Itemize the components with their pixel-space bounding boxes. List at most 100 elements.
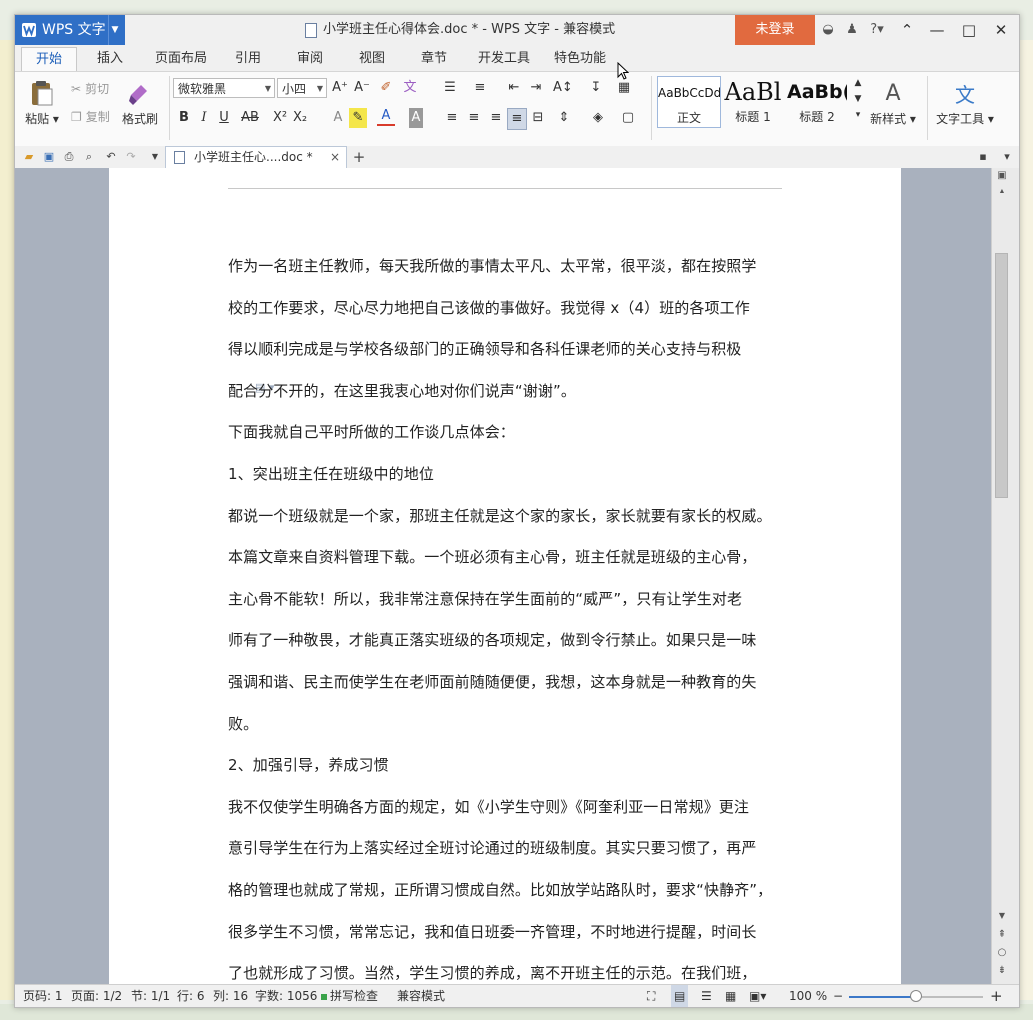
text-line: 都说一个班级就是一个家，那班主任就是这个家的家长，家长就要有家长的权威。 [228,506,772,525]
style-heading-1[interactable]: AaBl 标题 1 [723,76,783,126]
strikethrough-icon[interactable]: AB [241,108,259,128]
restore-view-icon[interactable]: ▪ [975,149,991,165]
outline-view-icon[interactable]: ☰ [701,985,712,1007]
tab-menu-icon[interactable]: ▾ [999,149,1015,165]
grow-font-icon[interactable]: A⁺ [331,78,349,98]
close-button[interactable]: ✕ [985,15,1017,45]
subscript-icon[interactable]: X₂ [291,108,309,128]
document-paragraph[interactable]: 1、突出班主任在班级中的地位 [228,454,788,496]
align-center-icon[interactable]: ≡ [465,108,483,128]
italic-icon[interactable]: I [195,108,213,128]
char-shading-icon[interactable]: A [409,108,423,128]
tab-view[interactable]: 视图 [347,47,397,71]
style-heading-2[interactable]: AaBb( 标题 2 [787,76,847,126]
full-screen-icon[interactable]: ⛶ [647,985,655,1007]
page-view-icon[interactable]: ▤ [671,985,689,1007]
open-folder-icon[interactable]: ▰ [21,149,37,165]
font-name-select[interactable]: 微软雅黑 ▼ [173,78,275,98]
tab-insert[interactable]: 插入 [85,47,135,71]
maximize-button[interactable]: □ [953,15,985,45]
zoom-level[interactable]: 100 % [789,985,827,1007]
highlight-icon[interactable]: ✎ [349,108,367,128]
text-effect-icon[interactable]: A [329,108,347,128]
document-paragraph[interactable]: 下面我就自己平时所做的工作谈几点体会： [228,412,788,454]
text-direction-icon[interactable]: A↕ [553,78,573,98]
text-line: 1、突出班主任在班级中的地位 [228,465,434,483]
shirt-icon[interactable]: ♟ [843,21,861,39]
superscript-icon[interactable]: X² [271,108,289,128]
zoom-out-icon[interactable]: − [833,985,843,1007]
app-menu-button[interactable]: WPS 文字 ▼ [15,15,125,45]
undo-icon[interactable]: ↶ [103,149,119,165]
line-spacing-icon[interactable]: ⇕ [555,108,573,128]
pinyin-icon[interactable]: 文 [401,78,419,98]
customize-dropdown-icon[interactable]: ▼ [147,149,163,165]
new-style-button[interactable]: A 新样式 ▾ [865,76,921,127]
login-button[interactable]: 未登录 [735,15,815,45]
numbering-icon[interactable]: ≡ [471,78,489,98]
new-tab-icon[interactable]: + [351,149,367,165]
document-paragraph[interactable]: 2、加强引导，养成习惯 [228,745,788,787]
zoom-in-icon[interactable]: + [990,985,1003,1007]
document-tab-label: 小学班主任心....doc * [194,150,313,164]
print-icon[interactable]: ⎙ [61,149,77,165]
font-color-icon[interactable]: A [377,108,395,126]
align-left-icon[interactable]: ≡ [443,108,461,128]
status-word-count[interactable]: 字数: 1056 [255,985,317,1007]
chevron-down-icon[interactable]: ▼ [108,15,121,45]
increase-indent-icon[interactable]: ⇥ [527,78,545,98]
close-tab-icon[interactable]: × [330,147,340,167]
bold-icon[interactable]: B [175,108,193,128]
decrease-indent-icon[interactable]: ⇤ [505,78,523,98]
clear-format-icon[interactable]: ✐ [377,78,395,98]
tab-review[interactable]: 审阅 [285,47,335,71]
zoom-slider-knob[interactable] [910,990,922,1002]
save-icon[interactable]: ▣ [41,149,57,165]
copy-button[interactable]: ❐ 复制 [71,108,110,125]
browse-object-icon[interactable]: ○ [994,947,1010,961]
tab-home[interactable]: 开始 [21,47,77,72]
window-title: 小学班主任心得体会.doc * - WPS 文字 - 兼容模式 [323,22,616,37]
sort-icon[interactable]: ↧ [587,78,605,98]
text-line: 很多学生不习惯，常常忘记，我和值日班委一齐管理，不时地进行提醒，时间长 [228,922,757,941]
panel-toggle-icon[interactable]: ▣ [994,170,1010,184]
document-paragraph[interactable]: 作为一名班主任教师，每天我所做的事情太平凡、太平常，很平淡，都在按照学 校的工作要… [228,246,788,412]
reading-view-icon[interactable]: ▣▾ [749,985,766,1007]
scroll-down-icon[interactable]: ▼ [994,911,1010,925]
collapse-ribbon-button[interactable]: ⌃ [891,15,923,45]
minimize-button[interactable]: — [921,15,953,45]
tab-chapter[interactable]: 章节 [409,47,459,71]
distribute-icon[interactable]: ⊟ [529,108,547,128]
document-paragraph[interactable]: 都说一个班级就是一个家，那班主任就是这个家的家长，家长就要有家长的权威。 本篇文章… [228,496,788,746]
underline-icon[interactable]: U [215,108,233,128]
align-right-icon[interactable]: ≡ [487,108,505,128]
document-tab[interactable]: 小学班主任心....doc * × [165,146,347,168]
web-view-icon[interactable]: ▦ [725,985,736,1007]
cut-button[interactable]: ✂ 剪切 [71,80,109,97]
tab-special[interactable]: 特色功能 [547,47,613,71]
skin-icon[interactable]: ◒ [819,21,837,39]
next-page-icon[interactable]: ⇟ [994,965,1010,979]
scrollbar-thumb[interactable] [995,253,1008,498]
bullets-icon[interactable]: ☰ [441,78,459,98]
prev-page-icon[interactable]: ⇞ [994,929,1010,943]
font-size-select[interactable]: 小四 ▼ [277,78,327,98]
tab-references[interactable]: 引用 [223,47,273,71]
style-normal[interactable]: AaBbCcDd 正文 [657,76,721,128]
spell-check-toggle[interactable]: 拼写检查 [321,985,378,1007]
help-icon[interactable]: ?▾ [865,21,889,39]
border-icon[interactable]: ▢ [619,108,637,128]
shrink-font-icon[interactable]: A⁻ [353,78,371,98]
document-paragraph[interactable]: 我不仅使学生明确各方面的规定，如《小学生守则》《阿奎利亚一日常规》更注 意引导学生… [228,787,788,984]
tab-developer[interactable]: 开发工具 [471,47,537,71]
justify-icon[interactable]: ≡ [507,108,527,130]
print-preview-icon[interactable]: ⌕ [81,149,97,165]
redo-icon[interactable]: ↷ [123,149,139,165]
paste-button[interactable]: 粘贴 ▾ [21,76,63,127]
document-page[interactable]: ▤ ▾ 作为一名班主任教师，每天我所做的事情太平凡、太平常，很平淡，都在按照学校… [109,168,901,984]
tab-page-layout[interactable]: 页面布局 [147,47,215,71]
shading-icon[interactable]: ◈ [589,108,607,128]
text-tools-button[interactable]: 文 文字工具 ▾ [933,76,997,127]
table-icon[interactable]: ▦ [615,78,633,98]
format-painter-button[interactable]: 格式刷 [117,76,163,127]
